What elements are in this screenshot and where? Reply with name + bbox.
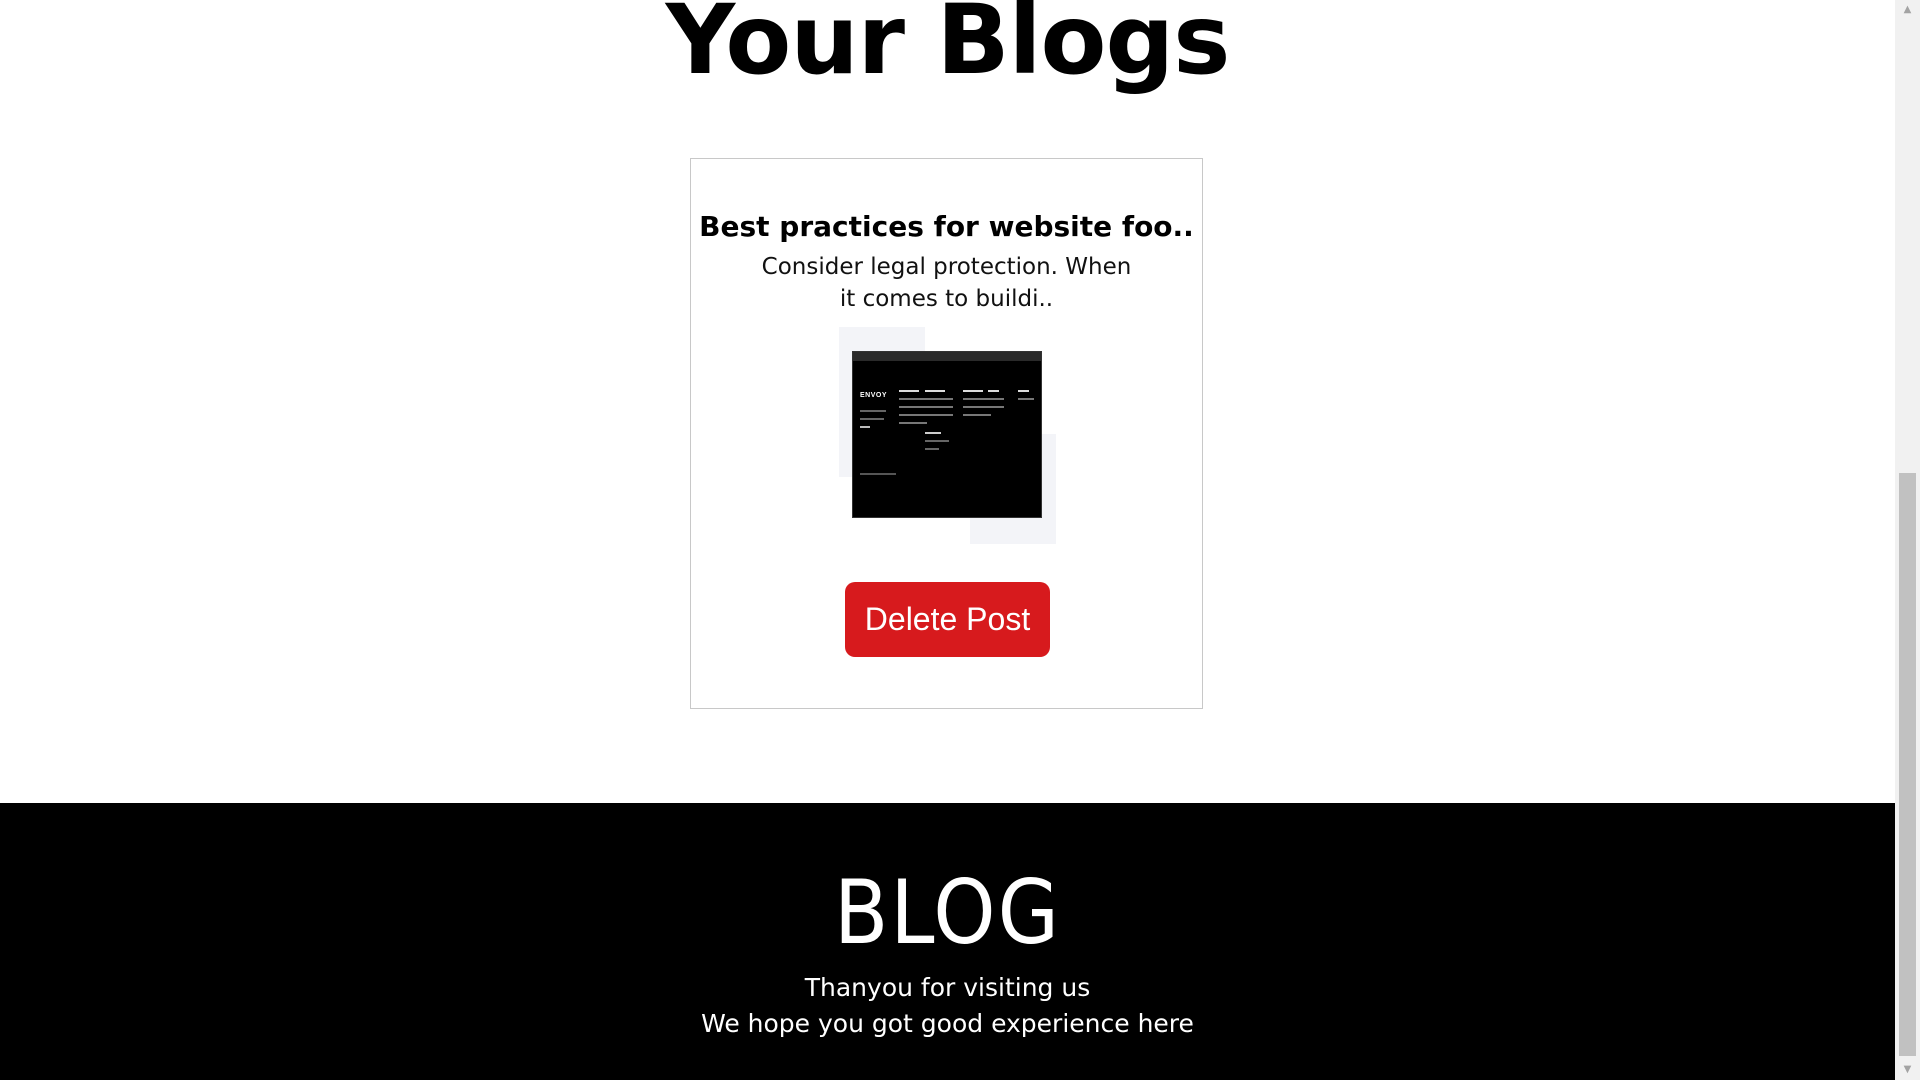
preview-text-line [860, 410, 886, 412]
thumbnail-footer-preview: ENVOY [853, 352, 1041, 517]
preview-text-line [925, 432, 941, 434]
browser-viewport: Your Blogs Best practices for website fo… [0, 0, 1920, 1080]
preview-text-line [860, 426, 870, 428]
blogs-page: Your Blogs Best practices for website fo… [0, 0, 1895, 1080]
post-excerpt: Consider legal protection. When it comes… [761, 254, 1132, 312]
preview-top-bar [853, 352, 1041, 361]
preview-column [899, 390, 927, 430]
footer-thanks-text: Thanyou for visiting us [804, 973, 1091, 1002]
footer-brand: BLOG [834, 861, 1061, 964]
preview-logo: ENVOY [860, 392, 888, 399]
triangle-up-icon[interactable]: ▲ [1895, 0, 1920, 20]
site-footer: BLOG Thanyou for visiting us We hope you… [0, 803, 1895, 1080]
delete-post-button[interactable]: Delete Post [845, 582, 1050, 657]
preview-text-line [925, 440, 949, 442]
page-title: Your Blogs [665, 0, 1231, 96]
scrollbar-thumb[interactable] [1899, 473, 1916, 1056]
preview-column [963, 390, 991, 422]
preview-text-line [860, 418, 884, 420]
preview-column [925, 390, 953, 422]
footer-experience-text: We hope you got good experience here [701, 1009, 1194, 1038]
preview-column [1018, 390, 1034, 406]
post-title[interactable]: Best practices for website foo.. [691, 207, 1202, 247]
preview-column [988, 390, 1004, 414]
preview-text-line [925, 448, 939, 450]
triangle-down-icon[interactable]: ▼ [1895, 1060, 1920, 1080]
vertical-scrollbar[interactable]: ▲ ▼ [1895, 0, 1920, 1080]
blog-post-card: Best practices for website foo.. Conside… [690, 158, 1203, 709]
post-thumbnail: ENVOY [839, 327, 1056, 544]
preview-text-line [860, 473, 896, 475]
